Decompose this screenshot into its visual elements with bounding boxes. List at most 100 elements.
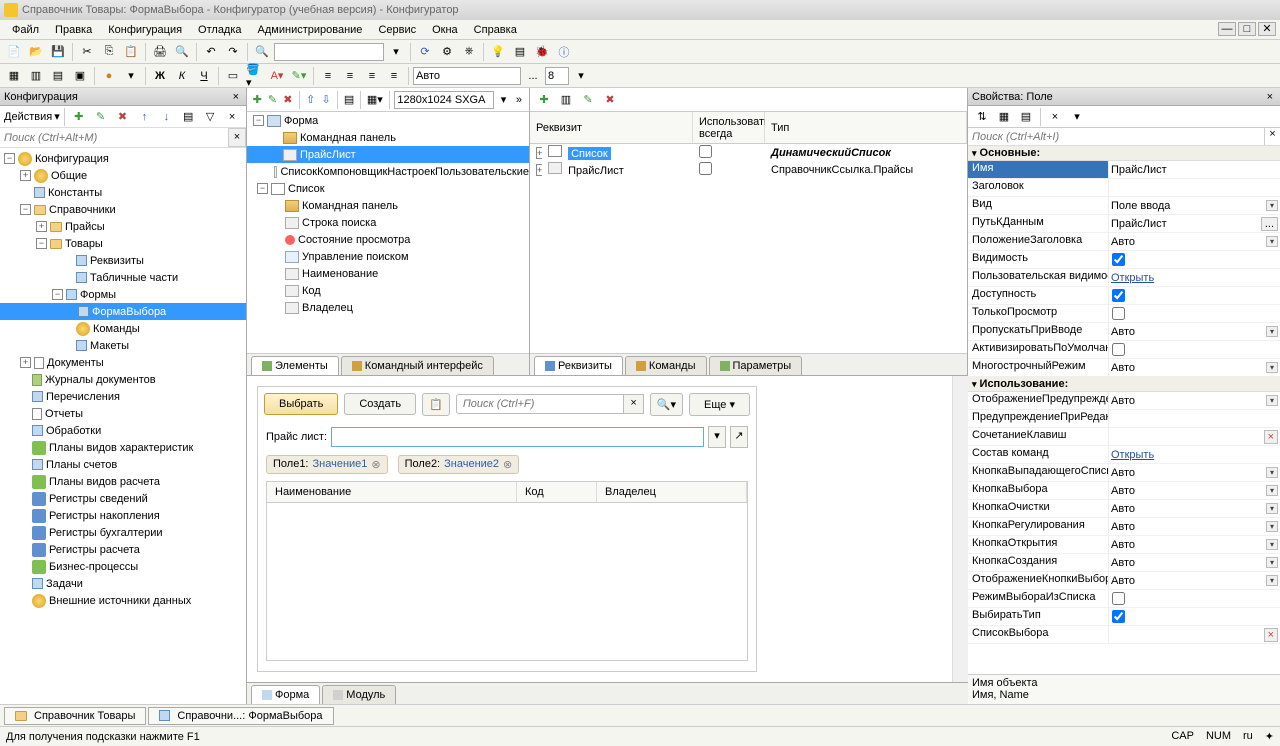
tree-item[interactable]: Внешние источники данных [0,592,246,609]
edit-icon[interactable]: ✎ [266,90,278,110]
refresh-icon[interactable]: ⟳ [415,42,435,62]
fill-icon[interactable]: 🪣▾ [245,66,265,86]
tree-item[interactable]: Перечисления [0,388,246,405]
col-code[interactable]: Код [517,482,597,502]
layout1-icon[interactable]: ▦ [4,66,24,86]
cut-icon[interactable]: ✂ [77,42,97,62]
sort-icon[interactable]: ⇅ [972,107,992,127]
col-name[interactable]: Наименование [267,482,517,502]
menu-edit[interactable]: Правка [47,22,100,38]
resolution-combo[interactable] [394,91,494,109]
tree-item[interactable]: Реквизиты [0,252,246,269]
align-center-icon[interactable]: ≡ [340,66,360,86]
ft-item[interactable]: Код [247,282,529,299]
cat-icon[interactable]: ▦ [994,107,1014,127]
ft-item[interactable]: Строка поиска [247,214,529,231]
preview-scrollbar[interactable] [952,376,968,683]
prop-checkbox[interactable] [1112,610,1125,623]
doc-tab[interactable]: Справочник Товары [4,707,146,725]
prop-combo[interactable]: Авто [1108,518,1280,535]
prop-input[interactable] [1111,413,1278,425]
preview-search-input[interactable] [456,394,625,414]
prop-val[interactable]: × [1108,626,1280,643]
edit-icon[interactable]: ✎ [91,107,111,127]
prop-row[interactable]: Пользовательская видимостьОткрыть [968,269,1280,287]
more-button[interactable]: Еще ▾ [689,393,750,416]
open-icon[interactable]: 📂 [26,42,46,62]
props-icon[interactable]: ▤ [343,90,355,110]
col-icon[interactable]: ▥ [556,90,576,110]
print-icon[interactable]: 🖨 [150,42,170,62]
config-panel-close-icon[interactable]: × [230,91,242,103]
dropdown-icon[interactable]: ▾ [708,426,726,448]
down-icon[interactable]: ↓ [156,107,176,127]
align-left-icon[interactable]: ≡ [318,66,338,86]
req-body[interactable]: + Список ДинамическийСписок + ПрайсЛист … [530,144,967,353]
debug-icon[interactable]: 🐞 [532,42,552,62]
prop-checkbox[interactable] [1112,343,1125,356]
prop-combo[interactable]: Поле ввода [1108,197,1280,214]
form-icon[interactable]: ▤ [510,42,530,62]
down-icon[interactable]: ⇩ [320,90,332,110]
properties-search-clear-icon[interactable]: × [1264,128,1280,145]
tree-item[interactable]: Бизнес-процессы [0,558,246,575]
prop-row[interactable]: СочетаниеКлавиш× [968,428,1280,446]
tool2-icon[interactable]: ⎈ [459,42,479,62]
menu-service[interactable]: Сервис [370,22,424,38]
actions-label[interactable]: Действия [4,111,52,123]
req-row[interactable]: + ПрайсЛист СправочникСсылка.Прайсы [530,161,967,178]
ft-item[interactable]: Командная панель [247,129,529,146]
prop-combo[interactable]: Авто [1108,500,1280,517]
layout3-icon[interactable]: ▤ [48,66,68,86]
prop-row[interactable]: СписокВыбора× [968,626,1280,644]
expand-icon[interactable]: » [513,90,525,110]
tree-item[interactable]: Задачи [0,575,246,592]
prop-row[interactable]: Состав командОткрыть [968,446,1280,464]
menu-config[interactable]: Конфигурация [100,22,190,38]
tab-module[interactable]: Модуль [322,685,396,704]
prop-combo[interactable]: Авто [1108,464,1280,481]
save-icon[interactable]: 💾 [48,42,68,62]
prop-combo[interactable]: Авто [1108,359,1280,376]
prop-checkbox[interactable] [1112,592,1125,605]
add-icon[interactable]: ✚ [69,107,89,127]
prop-row[interactable]: Заголовок [968,179,1280,197]
minimize-icon[interactable]: — [1218,22,1236,36]
find-icon[interactable]: 🔍▾ [650,393,683,416]
config-search-clear-icon[interactable]: × [228,128,246,147]
underline-icon[interactable]: Ч [194,66,214,86]
paste-icon[interactable]: 📋 [121,42,141,62]
bold-icon[interactable]: Ж [150,66,170,86]
prop-row[interactable]: ОтображениеКнопкиВыбораАвто [968,572,1280,590]
prop-row[interactable]: ВидПоле ввода [968,197,1280,215]
tree-item[interactable]: Планы видов расчета [0,473,246,490]
frame-icon[interactable]: ▭ [223,66,243,86]
ft-item[interactable]: Владелец [247,299,529,316]
copy-icon[interactable]: ⎘ [99,42,119,62]
font-combo[interactable] [413,67,521,85]
tab-command-interface[interactable]: Командный интерфейс [341,356,494,375]
delete-icon[interactable]: ✖ [600,90,620,110]
prop-row[interactable]: ОтображениеПредупрежденияАвто [968,392,1280,410]
tab-requisites[interactable]: Реквизиты [534,356,623,375]
tab-elements[interactable]: Элементы [251,356,339,375]
menu-debug[interactable]: Отладка [190,22,249,38]
new-icon[interactable]: 📄 [4,42,24,62]
tree-item[interactable]: Отчеты [0,405,246,422]
dd-icon[interactable]: ▾ [121,66,141,86]
tab-form[interactable]: Форма [251,685,320,704]
list-icon[interactable]: ▤ [1016,107,1036,127]
up-icon[interactable]: ⇧ [305,90,317,110]
tree-item-formy[interactable]: −Формы [0,286,246,303]
ft-spisok[interactable]: −Список [247,180,529,197]
prop-combo[interactable]: Авто [1108,392,1280,409]
chip-clear-icon[interactable]: ⊗ [503,458,512,471]
section-use[interactable]: Использование: [968,377,1280,392]
circle-icon[interactable]: ● [99,66,119,86]
chip-clear-icon[interactable]: ⊗ [371,458,380,471]
filter-chip[interactable]: Поле1:Значение1⊗ [266,455,388,474]
prop-combo[interactable]: Авто [1108,233,1280,250]
ft-item[interactable]: СписокКомпоновщикНастроекПользовательски… [247,163,529,180]
menu-admin[interactable]: Администрирование [250,22,371,38]
redo-icon[interactable]: ↷ [223,42,243,62]
